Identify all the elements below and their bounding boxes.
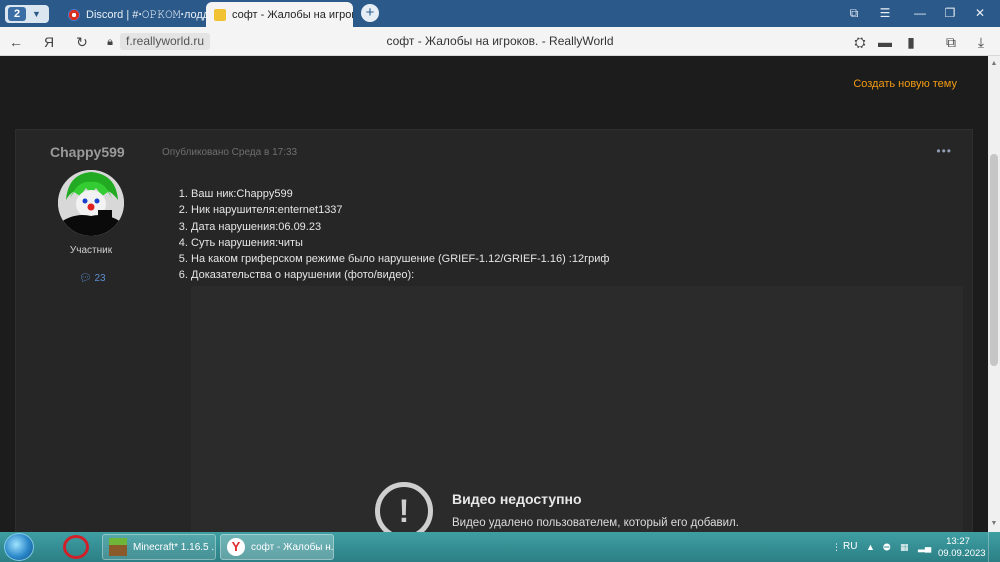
comment-icon: 💬︎: [79, 273, 92, 284]
opera-icon[interactable]: [63, 535, 89, 559]
avatar[interactable]: [58, 170, 124, 236]
close-window-button[interactable]: ✕: [968, 4, 992, 22]
list-item: Ник нарушителя:enternet1337: [191, 202, 609, 218]
page-scrollbar[interactable]: ▲ ▼: [988, 56, 1000, 532]
yandex-logo-icon[interactable]: Я: [39, 32, 59, 52]
scroll-thumb[interactable]: [990, 154, 998, 366]
post-count[interactable]: 💬︎ 23: [79, 273, 106, 284]
browser-tab-strip: 2 ▼ Discord | #ꞏ𝙾𝙿𝙺𝙾𝙼ꞏлоддк софт - Жалоб…: [0, 0, 1000, 27]
volume-icon[interactable]: ▂▄: [918, 542, 931, 553]
post-body: Ваш ник:Chappy599 Ник нарушителя:enterne…: [176, 186, 609, 284]
new-tab-button[interactable]: +: [361, 4, 379, 22]
network-icon[interactable]: ▦: [900, 542, 909, 553]
reload-icon[interactable]: ↻: [72, 32, 92, 52]
bookmark-icon[interactable]: ▮: [901, 32, 921, 52]
tab-title: Discord | #ꞏ𝙾𝙿𝙺𝙾𝙼ꞏлоддк: [86, 9, 208, 21]
list-item: Дата нарушения:06.09.23: [191, 219, 609, 235]
scroll-up-icon[interactable]: ▲: [988, 58, 1000, 70]
forum-post: Chappy599 Опубликовано Среда в 17:33 •••…: [15, 129, 973, 532]
more-options-icon[interactable]: •••: [936, 144, 952, 158]
reallyworld-favicon-icon: [214, 8, 226, 21]
restore-button[interactable]: ❐: [938, 4, 962, 22]
post-author[interactable]: Chappy599: [50, 144, 125, 160]
taskbar-item-yandex[interactable]: Y софт - Жалобы н...: [220, 534, 334, 560]
list-item: На каком гриферском режиме было нарушени…: [191, 251, 609, 267]
create-topic-link[interactable]: Создать новую тему: [853, 78, 957, 90]
post-date[interactable]: Опубликовано Среда в 17:33: [162, 147, 297, 158]
address-bar: ← Я ↻ 🔒︎ f.reallyworld.ru софт - Жалобы …: [0, 27, 1000, 56]
start-button[interactable]: [4, 533, 34, 561]
comment-icon[interactable]: ▬: [875, 32, 895, 52]
collections-icon[interactable]: ⧉: [842, 4, 866, 22]
tab-count: 2: [8, 7, 26, 21]
clock-time: 13:27: [946, 536, 970, 547]
video-embed[interactable]: ! Видео недоступно Видео удалено пользов…: [191, 286, 963, 532]
minecraft-icon: [109, 538, 127, 556]
windows-taskbar: Minecraft* 1.16.5 ... Y софт - Жалобы н.…: [0, 532, 1000, 562]
clock[interactable]: 13:27 09.09.2023: [938, 536, 986, 560]
collections-panel-icon[interactable]: ⧉: [941, 32, 961, 52]
tab-title: софт - Жалобы на игрок: [232, 8, 353, 21]
list-item: Суть нарушения:читы: [191, 235, 609, 251]
list-item: Ваш ник:Chappy599: [191, 186, 609, 202]
video-unavailable-title: Видео недоступно: [452, 491, 582, 507]
menu-icon[interactable]: ☰: [873, 4, 897, 22]
minimize-button[interactable]: —: [908, 4, 932, 22]
taskbar-item-label: Minecraft* 1.16.5 ...: [133, 541, 216, 553]
url-field[interactable]: f.reallyworld.ru: [120, 33, 211, 50]
clock-date: 09.09.2023: [938, 548, 986, 559]
forum-page: Создать новую тему Chappy599 Опубликован…: [0, 56, 988, 532]
lock-icon[interactable]: 🔒︎: [100, 32, 120, 52]
tab-reallyworld[interactable]: софт - Жалобы на игрок ✕: [206, 2, 353, 27]
tab-discord[interactable]: Discord | #ꞏ𝙾𝙿𝙺𝙾𝙼ꞏлоддк: [60, 2, 208, 27]
taskbar-item-label: софт - Жалобы н...: [251, 541, 334, 553]
list-item: Доказательства о нарушении (фото/видео):: [191, 267, 609, 283]
user-role: Участник: [69, 245, 113, 256]
taskbar-item-minecraft[interactable]: Minecraft* 1.16.5 ...: [102, 534, 216, 560]
translate-icon[interactable]: ⛭: [850, 32, 870, 52]
antivirus-icon[interactable]: ⛔︎: [883, 542, 891, 553]
back-arrow-icon[interactable]: ←: [6, 32, 26, 52]
show-desktop-button[interactable]: [988, 532, 1000, 562]
chevron-down-icon: ▼: [32, 9, 41, 19]
video-unavailable-message: Видео удалено пользователем, который его…: [452, 517, 739, 529]
exclamation-icon: !: [375, 482, 433, 532]
tab-counter-button[interactable]: 2 ▼: [5, 5, 49, 23]
post-count-value: 23: [94, 273, 106, 284]
language-indicator[interactable]: RU: [843, 541, 857, 552]
download-icon[interactable]: ⤓: [971, 32, 991, 52]
tray-grip-icon: ⋮: [832, 542, 841, 552]
tray-expand-icon[interactable]: ▲: [866, 542, 875, 552]
discord-favicon-icon: [68, 8, 80, 21]
yandex-browser-icon: Y: [227, 538, 245, 556]
scroll-down-icon[interactable]: ▼: [988, 518, 1000, 530]
